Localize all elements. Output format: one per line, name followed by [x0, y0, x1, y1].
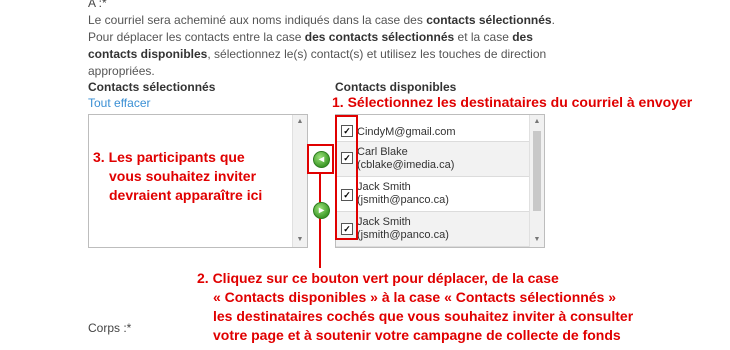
scrollbar-thumb[interactable]	[533, 131, 541, 211]
selected-contacts-heading: Contacts sélectionnés	[88, 80, 216, 94]
move-to-selected-button[interactable]: ◂	[313, 151, 330, 168]
body-label: Corps :*	[88, 321, 132, 335]
contact-row[interactable]: ✓ Carl Blake (cblake@imedia.ca)	[336, 142, 531, 177]
scroll-down-icon[interactable]: ▼	[293, 233, 307, 247]
contact-email: CindyM@gmail.com	[357, 126, 456, 138]
available-scrollbar[interactable]: ▲ ▼	[529, 115, 544, 247]
annotation-step2: 2. Cliquez sur ce bouton vert pour dépla…	[197, 270, 634, 343]
checkbox-column-highlight	[335, 115, 358, 240]
contact-name: Jack Smith (jsmith@panco.ca)	[357, 181, 449, 206]
contact-name: Carl Blake (cblake@imedia.ca)	[357, 146, 455, 171]
move-to-available-button[interactable]: ▸	[313, 202, 330, 219]
scroll-up-icon[interactable]: ▲	[530, 115, 544, 129]
annotation-connector-line	[319, 174, 321, 268]
contact-row[interactable]: ✓ CindyM@gmail.com	[336, 121, 531, 142]
annotation-step3: 3. Les participants que vous souhaitez i…	[93, 149, 263, 203]
annotation-step1: 1. Sélectionnez les destinataires du cou…	[332, 94, 693, 110]
available-contacts-listbox[interactable]: ✓ CindyM@gmail.com ✓ Carl Blake (cblake@i…	[335, 114, 545, 248]
contact-name: Jack Smith (jsmith@panco.ca)	[357, 216, 449, 241]
clear-all-link[interactable]: Tout effacer	[88, 96, 150, 110]
available-contacts-heading: Contacts disponibles	[335, 80, 457, 94]
scroll-down-icon[interactable]: ▼	[530, 233, 544, 247]
scroll-up-icon[interactable]: ▲	[293, 115, 307, 129]
contact-row[interactable]: ✓ Jack Smith (jsmith@panco.ca)	[336, 212, 531, 247]
arrow-right-icon: ▸	[318, 205, 325, 216]
contact-row[interactable]: ✓ Jack Smith (jsmith@panco.ca)	[336, 177, 531, 212]
instructions-text: Le courriel sera acheminé aux noms indiq…	[88, 13, 555, 78]
arrow-left-icon: ◂	[318, 154, 325, 165]
to-label: A :*	[88, 0, 107, 10]
